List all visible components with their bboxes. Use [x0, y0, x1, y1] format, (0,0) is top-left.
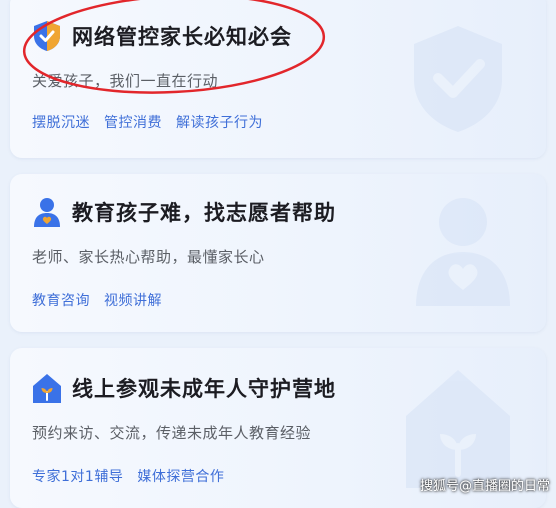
tag-quit-addiction[interactable]: 摆脱沉迷	[32, 112, 90, 132]
card-tags: 教育咨询 视频讲解	[32, 290, 162, 310]
card-title: 网络管控家长必知必会	[72, 25, 292, 49]
tag-control-spending[interactable]: 管控消费	[104, 112, 162, 132]
tag-expert-tutoring[interactable]: 专家1对1辅导	[32, 466, 123, 486]
card-subtitle: 老师、家长热心帮助，最懂家长心	[32, 248, 265, 266]
card-title: 线上参观未成年人守护营地	[72, 377, 336, 401]
tag-video-lecture[interactable]: 视频讲解	[104, 290, 162, 310]
person-heart-icon	[34, 198, 60, 227]
card-tags: 专家1对1辅导 媒体探营合作	[32, 466, 224, 486]
card-subtitle: 关爱孩子，我们一直在行动	[32, 72, 219, 90]
card-volunteer-help[interactable]: 教育孩子难，找志愿者帮助 老师、家长热心帮助，最懂家长心 教育咨询 视频讲解	[10, 174, 546, 332]
card-tags: 摆脱沉迷 管控消费 解读孩子行为	[32, 112, 263, 132]
card-subtitle: 预约来访、交流，传递未成年人教育经验	[32, 424, 312, 442]
card-network-control[interactable]: 网络管控家长必知必会 关爱孩子，我们一直在行动 摆脱沉迷 管控消费 解读孩子行为	[10, 0, 546, 158]
tag-media-cooperation[interactable]: 媒体探营合作	[137, 466, 224, 486]
watermark-credit: 搜狐号@直播圈的日常	[419, 479, 550, 494]
house-sprout-icon	[33, 374, 61, 403]
card-title: 教育孩子难，找志愿者帮助	[72, 201, 336, 225]
shield-check-watermark-icon	[414, 26, 502, 132]
person-heart-watermark-icon	[416, 198, 510, 306]
tag-understand-behavior[interactable]: 解读孩子行为	[176, 112, 263, 132]
shield-check-icon	[34, 21, 60, 51]
tag-education-consult[interactable]: 教育咨询	[32, 290, 90, 310]
